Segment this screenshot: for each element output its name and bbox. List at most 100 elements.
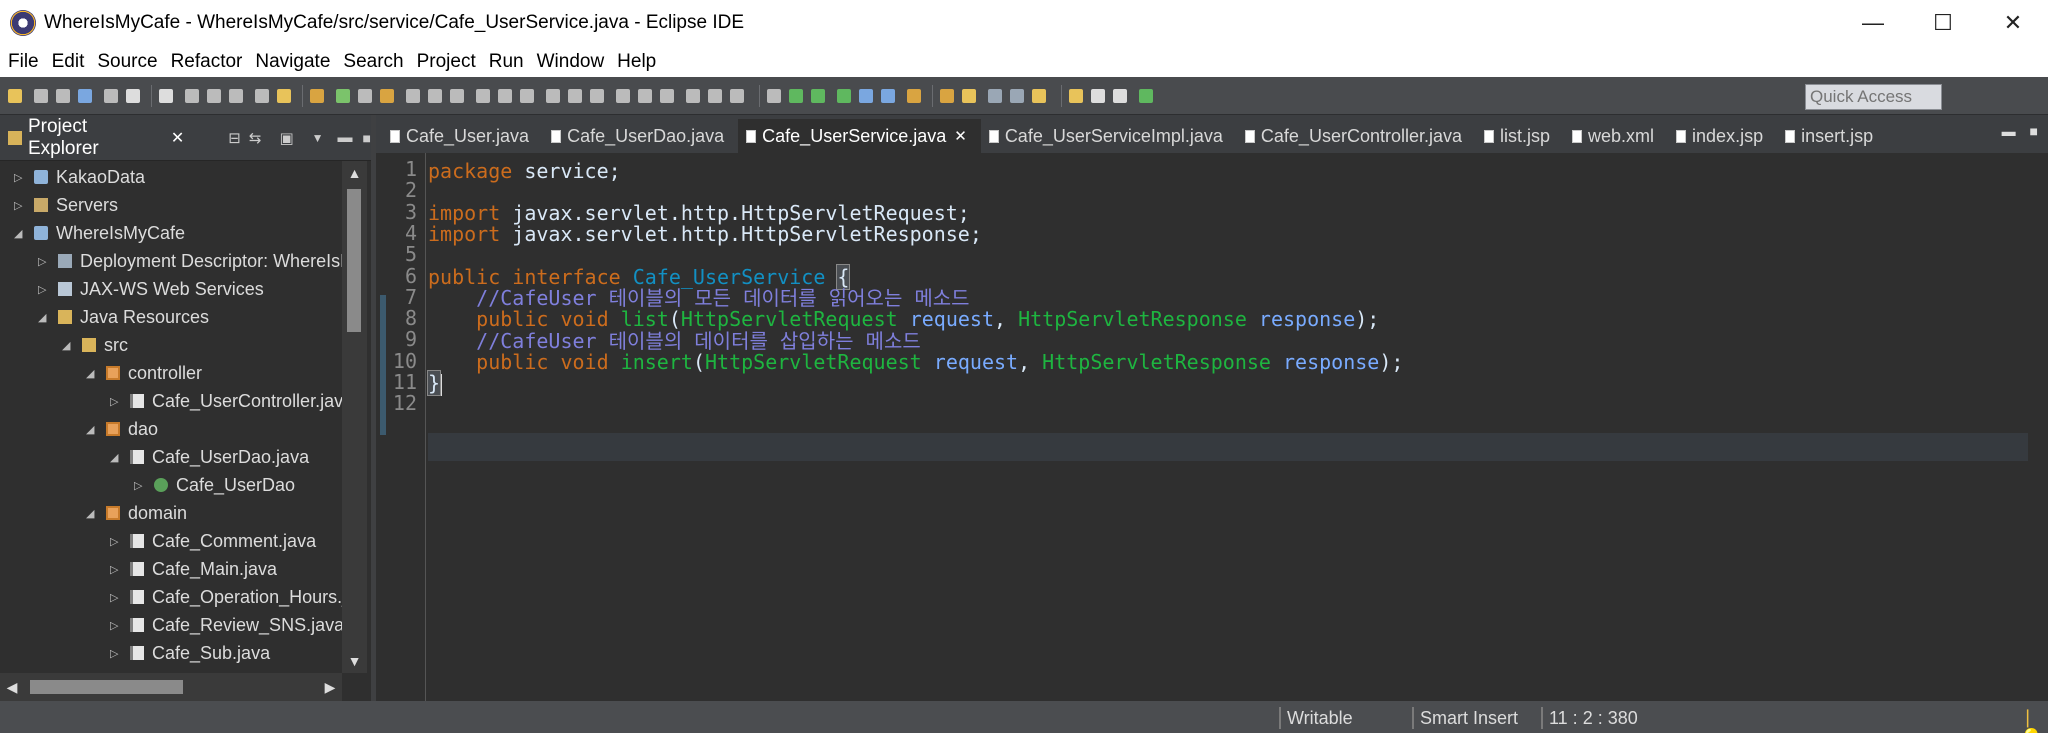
collapsed-arrow-icon[interactable]: ▷ xyxy=(110,647,124,660)
explorer-vertical-scrollbar[interactable]: ▲ ▼ xyxy=(342,161,367,673)
menu-run[interactable]: Run xyxy=(489,51,524,73)
toolbar-button-icon[interactable] xyxy=(207,88,221,103)
quick-access-input[interactable] xyxy=(1805,84,1942,110)
expanded-arrow-icon[interactable]: ◢ xyxy=(14,227,28,240)
expanded-arrow-icon[interactable]: ◢ xyxy=(62,339,76,352)
toolbar-button-icon[interactable] xyxy=(255,88,269,103)
toolbar-button-icon[interactable] xyxy=(8,88,22,103)
maximize-view-icon[interactable]: ■ xyxy=(363,130,371,146)
expanded-arrow-icon[interactable]: ◢ xyxy=(86,367,100,380)
light-bulb-icon[interactable]: ❘💡 xyxy=(2020,707,2048,733)
toolbar-button-icon[interactable] xyxy=(476,88,490,103)
editor-tab[interactable]: Cafe_User.java xyxy=(382,119,543,153)
editor-tab[interactable]: list.jsp xyxy=(1476,119,1564,153)
toolbar-button-icon[interactable] xyxy=(638,88,652,103)
editor-tab[interactable]: insert.jsp xyxy=(1777,119,1887,153)
toolbar-button-icon[interactable] xyxy=(1010,88,1024,103)
scroll-thumb[interactable] xyxy=(347,189,361,332)
tree-item[interactable]: ◢ controller xyxy=(86,359,202,387)
toolbar-button-icon[interactable] xyxy=(428,88,442,103)
toolbar-button-icon[interactable] xyxy=(1113,88,1127,103)
tree-item[interactable]: ▷ Cafe_Main.java xyxy=(110,555,277,583)
collapsed-arrow-icon[interactable]: ▷ xyxy=(110,395,124,408)
scroll-down-icon[interactable]: ▼ xyxy=(342,649,367,673)
expanded-arrow-icon[interactable]: ◢ xyxy=(86,507,100,520)
collapse-all-icon[interactable]: ⊟ xyxy=(228,129,241,147)
focus-icon[interactable]: ▣ xyxy=(279,129,293,147)
view-menu-icon[interactable]: ▼ xyxy=(312,131,324,145)
collapsed-arrow-icon[interactable]: ▷ xyxy=(38,283,52,296)
toolbar-button-icon[interactable] xyxy=(789,88,803,103)
link-with-editor-icon[interactable]: ⇆ xyxy=(249,129,262,147)
editor-tab[interactable]: index.jsp xyxy=(1668,119,1777,153)
toolbar-button-icon[interactable] xyxy=(358,88,372,103)
toolbar-button-icon[interactable] xyxy=(310,88,324,103)
tree-item[interactable]: ◢ WhereIsMyCafe xyxy=(14,219,185,247)
menu-edit[interactable]: Edit xyxy=(52,51,85,73)
toolbar-button-icon[interactable] xyxy=(616,88,630,103)
maximize-editor-icon[interactable]: ■ xyxy=(2030,123,2038,139)
collapsed-arrow-icon[interactable]: ▷ xyxy=(14,199,28,212)
toolbar-button-icon[interactable] xyxy=(126,88,140,103)
toolbar-button-icon[interactable] xyxy=(498,88,512,103)
toolbar-button-icon[interactable] xyxy=(277,88,291,103)
toolbar-button-icon[interactable] xyxy=(730,88,744,103)
toolbar-button-icon[interactable] xyxy=(1139,88,1153,103)
editor-tab[interactable]: Cafe_UserServiceImpl.java xyxy=(981,119,1237,153)
toolbar-button-icon[interactable] xyxy=(837,88,851,103)
toolbar-button-icon[interactable] xyxy=(811,88,825,103)
tree-item[interactable]: ▷ JAX-WS Web Services xyxy=(38,275,264,303)
scroll-thumb-horizontal[interactable] xyxy=(30,680,183,694)
toolbar-button-icon[interactable] xyxy=(56,88,70,103)
editor-tab[interactable]: Cafe_UserDao.java xyxy=(543,119,738,153)
toolbar-button-icon[interactable] xyxy=(104,88,118,103)
scroll-right-icon[interactable]: ▶ xyxy=(318,673,342,701)
expanded-arrow-icon[interactable]: ◢ xyxy=(86,423,100,436)
menu-navigate[interactable]: Navigate xyxy=(255,51,330,73)
toolbar-button-icon[interactable] xyxy=(962,88,976,103)
minimize-view-icon[interactable]: ▬ xyxy=(338,129,353,146)
project-explorer-title[interactable]: Project Explorer xyxy=(28,116,163,160)
toolbar-button-icon[interactable] xyxy=(406,88,420,103)
toolbar-button-icon[interactable] xyxy=(767,88,781,103)
menu-refactor[interactable]: Refactor xyxy=(171,51,243,73)
tree-item[interactable]: ▷ Cafe_Review_SNS.java xyxy=(110,611,342,639)
toolbar-button-icon[interactable] xyxy=(660,88,674,103)
code-area[interactable]: package service; import javax.servlet.ht… xyxy=(426,153,2046,701)
tree-item[interactable]: ▷ Cafe_UserController.java xyxy=(110,387,342,415)
toolbar-button-icon[interactable] xyxy=(159,88,173,103)
close-icon[interactable]: ✕ xyxy=(171,128,184,148)
editor-tab[interactable]: Cafe_UserController.java xyxy=(1237,119,1476,153)
toolbar-button-icon[interactable] xyxy=(1091,88,1105,103)
menu-window[interactable]: Window xyxy=(537,51,605,73)
explorer-horizontal-scrollbar[interactable]: ◀ ▶ xyxy=(0,673,342,701)
maximize-button[interactable]: ☐ xyxy=(1908,0,1978,46)
toolbar-button-icon[interactable] xyxy=(988,88,1002,103)
minimize-editor-icon[interactable]: ▬ xyxy=(2002,123,2016,139)
toolbar-button-icon[interactable] xyxy=(78,88,92,103)
expanded-arrow-icon[interactable]: ◢ xyxy=(38,311,52,324)
menu-source[interactable]: Source xyxy=(97,51,157,73)
collapsed-arrow-icon[interactable]: ▷ xyxy=(110,535,124,548)
collapsed-arrow-icon[interactable]: ▷ xyxy=(14,171,28,184)
menu-search[interactable]: Search xyxy=(343,51,403,73)
toolbar-button-icon[interactable] xyxy=(686,88,700,103)
menu-file[interactable]: File xyxy=(8,51,39,73)
tree-item[interactable]: ◢ src xyxy=(62,331,128,359)
collapsed-arrow-icon[interactable]: ▷ xyxy=(134,479,148,492)
tree-item[interactable]: ◢ Cafe_UserDao.java xyxy=(110,443,309,471)
scroll-left-icon[interactable]: ◀ xyxy=(0,673,24,701)
toolbar-button-icon[interactable] xyxy=(568,88,582,103)
toolbar-button-icon[interactable] xyxy=(229,88,243,103)
collapsed-arrow-icon[interactable]: ▷ xyxy=(110,563,124,576)
toolbar-button-icon[interactable] xyxy=(380,88,394,103)
toolbar-button-icon[interactable] xyxy=(881,88,895,103)
editor-tab[interactable]: web.xml xyxy=(1564,119,1668,153)
menu-project[interactable]: Project xyxy=(417,51,476,73)
tree-item[interactable]: ◢ domain xyxy=(86,499,187,527)
close-tab-icon[interactable]: ✕ xyxy=(954,127,967,145)
collapsed-arrow-icon[interactable]: ▷ xyxy=(110,619,124,632)
tree-item[interactable]: ▷ Cafe_Sub.java xyxy=(110,639,270,667)
tree-item[interactable]: ▷ KakaoData xyxy=(14,163,145,191)
toolbar-button-icon[interactable] xyxy=(34,88,48,103)
